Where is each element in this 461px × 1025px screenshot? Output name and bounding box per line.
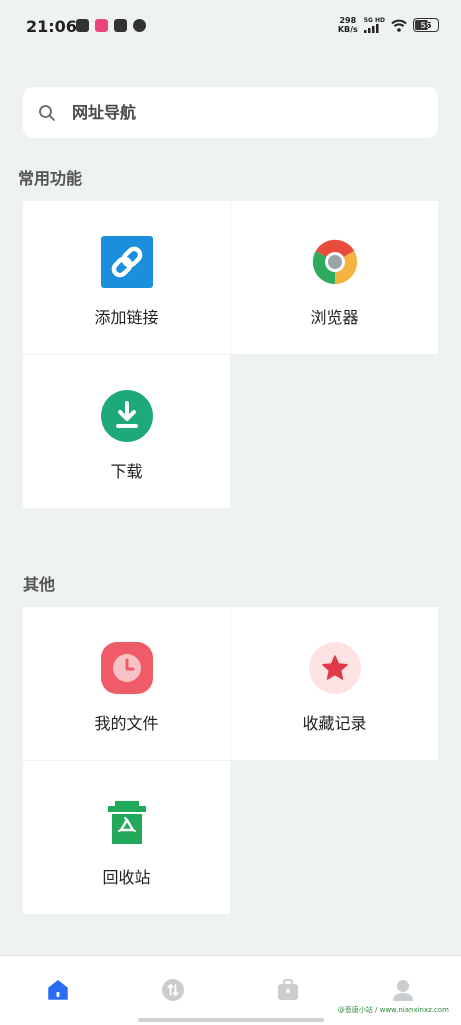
battery-icon: 55 [413,18,439,32]
tile-label: 浏览器 [310,308,359,327]
status-bar: 21:06 298 KB/s 5G HD 55 [0,0,461,54]
chrome-icon [312,239,357,285]
recycle-bin-icon [107,801,146,844]
status-right: 298 KB/s 5G HD 55 [338,16,439,34]
tile-label: 回收站 [102,868,151,887]
chat-icon [133,19,146,32]
net-speed: 298 KB/s [337,16,358,34]
signal: 5G HD [363,17,385,33]
home-indicator[interactable] [138,1018,324,1022]
signal-label: 5G HD [363,17,385,24]
download-tile[interactable]: 下载 [23,355,230,508]
toolbox-icon [278,979,299,1000]
battery-level: 55 [420,20,432,30]
wifi-icon [391,19,407,32]
download-icon [100,390,153,442]
home-icon [47,980,68,1000]
search-bar[interactable] [23,87,438,138]
browser-tile[interactable]: 浏览器 [231,201,438,354]
transfer-icon [161,979,184,1001]
nav-home[interactable] [28,956,88,1025]
section-title-other: 其他 [23,575,56,594]
link-icon [100,236,153,288]
star-icon [308,642,361,694]
tile-label: 添加链接 [94,308,159,327]
watermark: @悲唐小站 / www.nianxinxz.com [337,1006,449,1014]
nav-toolbox[interactable] [258,956,318,1025]
tile-label: 下载 [110,462,143,481]
clock-icon [100,642,153,694]
nav-transfer[interactable] [143,956,203,1025]
section-title-common: 常用功能 [18,169,83,188]
signal-icon [363,24,379,33]
notification-icons [76,19,146,32]
common-functions-grid: 添加链接 浏览器 下载 [23,201,438,508]
search-icon [39,104,55,121]
tile-label: 收藏记录 [302,714,367,733]
profile-icon [393,980,414,1001]
tile-label: 我的文件 [94,714,159,733]
app-notification-icon [76,19,89,32]
other-functions-grid: 我的文件 收藏记录 回收站 [23,607,438,914]
app-notification-icon [95,19,108,32]
recycle-bin-tile[interactable]: 回收站 [23,761,230,914]
favorites-tile[interactable]: 收藏记录 [231,607,438,760]
search-input[interactable] [70,102,394,123]
app-notification-icon [114,19,127,32]
add-link-tile[interactable]: 添加链接 [23,201,230,354]
status-time: 21:06 [26,17,77,36]
my-files-tile[interactable]: 我的文件 [23,607,230,760]
